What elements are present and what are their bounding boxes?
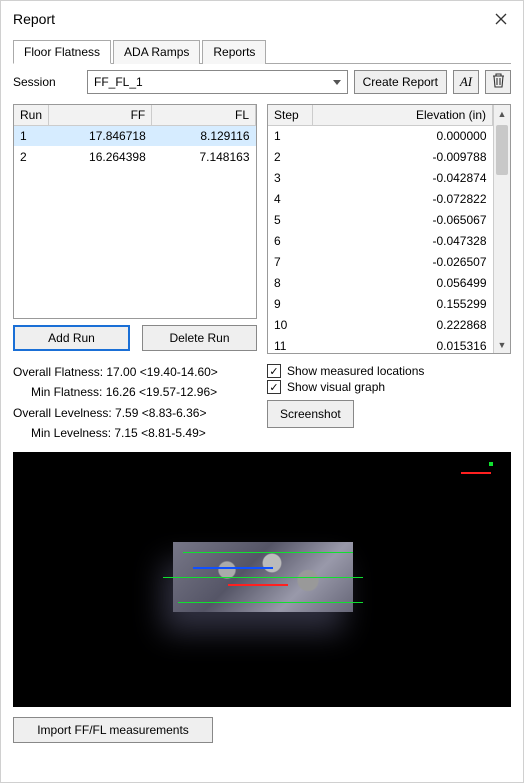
ai-button[interactable]: AI (453, 70, 479, 94)
delete-session-button[interactable] (485, 70, 511, 94)
runs-header-ff[interactable]: FF (48, 105, 152, 126)
table-row[interactable]: 5-0.065067 (268, 210, 493, 231)
create-report-button[interactable]: Create Report (354, 70, 447, 94)
viz-measure-line (193, 567, 273, 569)
stats-block: Overall Flatness: 17.00 <19.40-14.60> Mi… (13, 362, 257, 444)
steps-panel: Step Elevation (in) 10.000000 2-0.009788… (267, 104, 511, 354)
viz-measure-line (183, 552, 353, 553)
steps-scrollbar[interactable]: ▲ ▼ (493, 105, 510, 353)
mid-row: Overall Flatness: 17.00 <19.40-14.60> Mi… (13, 354, 511, 444)
check-icon: ✓ (267, 364, 281, 378)
titlebar: Report (1, 1, 523, 37)
stat-min-levelness: Min Levelness: 7.15 <8.81-5.49> (13, 423, 257, 443)
viz-measure-line (163, 577, 363, 578)
tab-ada-ramps[interactable]: ADA Ramps (113, 40, 200, 64)
table-row[interactable]: 2 16.264398 7.148163 (14, 147, 256, 168)
ai-button-label: AI (460, 74, 472, 90)
checkbox-show-visual-label: Show visual graph (287, 380, 385, 394)
stat-overall-levelness: Overall Levelness: 7.59 <8.83-6.36> (13, 403, 257, 423)
check-icon: ✓ (267, 380, 281, 394)
add-run-button[interactable]: Add Run (13, 325, 130, 351)
runs-header-fl[interactable]: FL (152, 105, 256, 126)
checkbox-show-measured[interactable]: ✓ Show measured locations (267, 364, 511, 378)
tab-floor-flatness[interactable]: Floor Flatness (13, 40, 111, 64)
table-row[interactable]: 1 17.846718 8.129116 (14, 126, 256, 147)
viz-axis-arrow (461, 472, 491, 474)
trash-icon (492, 73, 505, 91)
steps-header-elev[interactable]: Elevation (in) (312, 105, 493, 126)
session-select[interactable]: FF_FL_1 (87, 70, 348, 94)
table-row[interactable]: 6-0.047328 (268, 231, 493, 252)
runs-buttons: Add Run Delete Run (13, 325, 257, 351)
content-area: Floor Flatness ADA Ramps Reports Session… (1, 37, 523, 782)
stat-overall-flatness: Overall Flatness: 17.00 <19.40-14.60> (13, 362, 257, 382)
scroll-up-icon[interactable]: ▲ (494, 105, 510, 122)
table-row[interactable]: 3-0.042874 (268, 168, 493, 189)
session-value: FF_FL_1 (94, 75, 143, 89)
table-row[interactable]: 7-0.026507 (268, 252, 493, 273)
scroll-down-icon[interactable]: ▼ (494, 336, 510, 353)
table-row[interactable]: 10.000000 (268, 126, 493, 147)
runs-grid[interactable]: Run FF FL 1 17.846718 8.129116 (13, 104, 257, 319)
table-row[interactable]: 4-0.072822 (268, 189, 493, 210)
tab-reports[interactable]: Reports (202, 40, 266, 64)
close-icon[interactable] (491, 9, 511, 29)
table-row[interactable]: 100.222868 (268, 315, 493, 336)
session-label: Session (13, 75, 81, 89)
tables-row: Run FF FL 1 17.846718 8.129116 (13, 104, 511, 354)
checkbox-show-visual[interactable]: ✓ Show visual graph (267, 380, 511, 394)
delete-run-button[interactable]: Delete Run (142, 325, 257, 351)
right-controls: ✓ Show measured locations ✓ Show visual … (267, 362, 511, 444)
import-button[interactable]: Import FF/FL measurements (13, 717, 213, 743)
viz-axis-marker (489, 462, 493, 466)
window-title: Report (13, 11, 55, 27)
report-window: Report Floor Flatness ADA Ramps Reports … (0, 0, 524, 783)
viz-measure-line (178, 602, 363, 603)
tab-bar: Floor Flatness ADA Ramps Reports (13, 39, 511, 64)
table-row[interactable]: 80.056499 (268, 273, 493, 294)
steps-header-step[interactable]: Step (268, 105, 312, 126)
visualization-canvas[interactable] (13, 452, 511, 707)
scroll-thumb[interactable] (496, 125, 508, 175)
runs-panel: Run FF FL 1 17.846718 8.129116 (13, 104, 257, 354)
table-row[interactable]: 2-0.009788 (268, 147, 493, 168)
viz-measure-line (228, 584, 288, 586)
table-row[interactable]: 90.155299 (268, 294, 493, 315)
table-row[interactable]: 110.015316 (268, 336, 493, 355)
checkbox-show-measured-label: Show measured locations (287, 364, 424, 378)
screenshot-button[interactable]: Screenshot (267, 400, 354, 428)
runs-header-run[interactable]: Run (14, 105, 48, 126)
session-row: Session FF_FL_1 Create Report AI (13, 70, 511, 94)
stat-min-flatness: Min Flatness: 16.26 <19.57-12.96> (13, 382, 257, 402)
steps-grid[interactable]: Step Elevation (in) 10.000000 2-0.009788… (267, 104, 511, 354)
